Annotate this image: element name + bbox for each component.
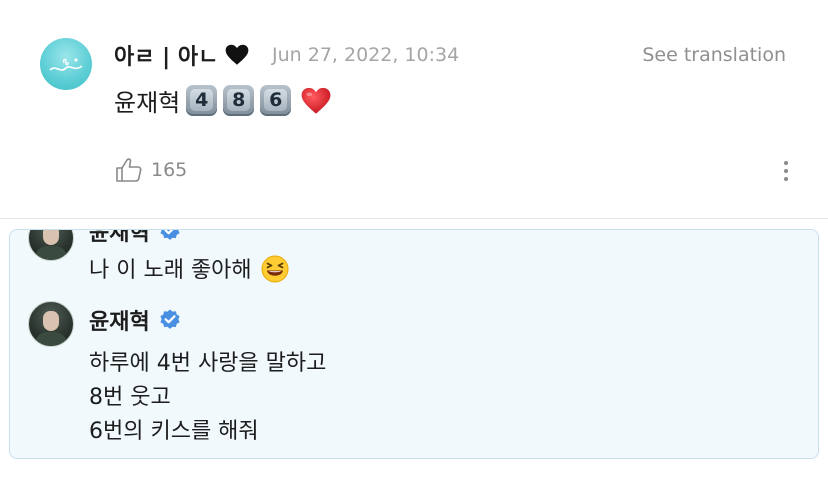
verified-badge-icon xyxy=(160,309,180,329)
message-line: 8번 웃고 xyxy=(89,385,171,410)
post-content-text: 윤재혁 xyxy=(114,89,181,117)
divider xyxy=(0,218,828,219)
artist-avatar[interactable] xyxy=(28,301,74,347)
avatar-doodle-icon xyxy=(49,58,83,71)
keycap-4-icon: 4 xyxy=(186,85,218,116)
quoted-thread-card: 윤재혁 나 이 노래 좋아해 윤재혁 하루에 4번 사랑을 말하고 8번 웃고 … xyxy=(9,229,819,459)
message-author-row: 윤재혁 xyxy=(89,304,182,336)
message-body: 나 이 노래 좋아해 xyxy=(89,254,289,288)
grinning-squinting-face-icon xyxy=(261,255,289,283)
message-author: 윤재혁 xyxy=(89,310,150,335)
more-options-button[interactable] xyxy=(779,158,793,186)
post: 아ㄹ | 아ㄴ Jun 27, 2022, 10:34 See translat… xyxy=(0,0,828,218)
keycap-8-icon: 8 xyxy=(223,85,255,116)
like-count: 165 xyxy=(151,159,188,181)
message-line: 하루에 4번 사랑을 말하고 xyxy=(89,351,327,376)
red-heart-icon xyxy=(301,87,331,114)
message-body: 하루에 4번 사랑을 말하고 8번 웃고 6번의 키스를 해줘 xyxy=(89,347,326,449)
thumbs-up-icon[interactable] xyxy=(115,157,143,183)
post-content: 윤재혁 4 8 6 xyxy=(114,83,333,118)
message-author-row: 윤재혁 xyxy=(89,229,182,247)
message-line: 나 이 노래 좋아해 xyxy=(89,258,252,283)
message-author: 윤재혁 xyxy=(89,229,150,246)
see-translation-link[interactable]: See translation xyxy=(642,44,786,66)
like-button[interactable]: 165 xyxy=(115,157,187,183)
more-vertical-icon xyxy=(784,161,788,165)
artist-avatar[interactable] xyxy=(28,230,74,261)
author-name-row[interactable]: 아ㄹ | 아ㄴ xyxy=(114,39,250,71)
author-name[interactable]: 아ㄹ | 아ㄴ xyxy=(114,39,218,71)
post-timestamp: Jun 27, 2022, 10:34 xyxy=(272,44,460,66)
black-heart-icon xyxy=(225,44,249,65)
author-avatar[interactable] xyxy=(40,38,92,90)
message-line: 6번의 키스를 해줘 xyxy=(89,419,259,444)
verified-badge-icon xyxy=(160,230,180,240)
keycap-6-icon: 6 xyxy=(260,85,292,116)
